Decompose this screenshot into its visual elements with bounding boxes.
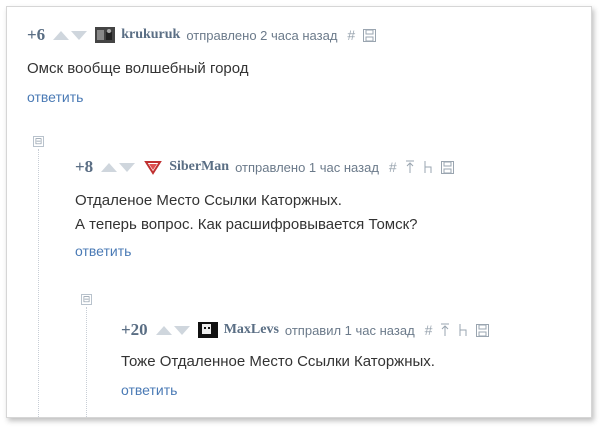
parent-comment-icon[interactable] [405,160,415,174]
thread-line [86,307,87,417]
upvote-icon[interactable] [155,325,172,335]
timestamp[interactable]: отправил 1 час назад [285,323,415,338]
save-icon[interactable] [476,323,490,337]
comment-header: +20 MaxLevs отправил 1 час назад # [121,320,497,340]
avatar[interactable] [95,27,116,43]
username[interactable]: MaxLevs [224,322,279,338]
permalink-icon[interactable]: # [389,159,397,175]
comment-header: +6 krukuruk отправлено 2 часа назад # [27,25,384,45]
avatar[interactable] [143,159,163,175]
username[interactable]: SiberMan [169,159,229,175]
rating: +6 [27,25,46,44]
comment-maxlevs: +20 MaxLevs отправил 1 час назад # Тоже … [121,320,497,398]
timestamp[interactable]: отправлено 2 часа назад [186,28,337,43]
comment-line: А теперь вопрос. Как расшифровывается То… [75,216,418,233]
comment-header: +8 SiberMan отправлено 1 час назад # [75,157,462,177]
reply-link[interactable]: ответить [75,243,462,259]
comment-line: Омск вообще волшебный город [27,60,249,77]
reply-branch-icon[interactable] [423,160,433,174]
upvote-icon[interactable] [101,162,118,172]
reply-branch-icon[interactable] [458,323,468,337]
comment-text: Отдаленое Место Ссылки Каторжных. А тепе… [75,189,462,237]
rating: +8 [75,157,94,176]
downvote-icon[interactable] [119,162,136,172]
downvote-icon[interactable] [71,30,88,40]
save-icon[interactable] [363,28,377,42]
save-icon[interactable] [440,160,454,174]
comment-text: Омск вообще волшебный город [27,57,384,81]
collapse-thread-icon[interactable]: ⊟ [33,136,44,147]
timestamp[interactable]: отправлено 1 час назад [235,160,379,175]
comment-siberman: +8 SiberMan отправлено 1 час назад # Отд… [75,157,462,259]
comment-krukuruk: +6 krukuruk отправлено 2 часа назад # Ом… [27,25,384,105]
permalink-icon[interactable]: # [347,27,355,43]
reply-link[interactable]: ответить [121,382,497,398]
rating: +20 [121,320,148,339]
upvote-icon[interactable] [53,30,70,40]
permalink-icon[interactable]: # [425,322,433,338]
downvote-icon[interactable] [173,325,190,335]
parent-comment-icon[interactable] [440,323,450,337]
reply-link[interactable]: ответить [27,89,384,105]
avatar[interactable] [197,322,218,338]
username[interactable]: krukuruk [121,27,180,43]
comment-line: Тоже Отдаленное Место Ссылки Каторжных. [121,353,435,370]
comment-line: Отдаленое Место Ссылки Каторжных. [75,192,342,209]
thread-line [38,149,39,417]
collapse-thread-icon[interactable]: ⊟ [81,294,92,305]
comment-text: Тоже Отдаленное Место Ссылки Каторжных. [121,350,497,374]
comments-panel: +6 krukuruk отправлено 2 часа назад # Ом… [6,6,592,418]
